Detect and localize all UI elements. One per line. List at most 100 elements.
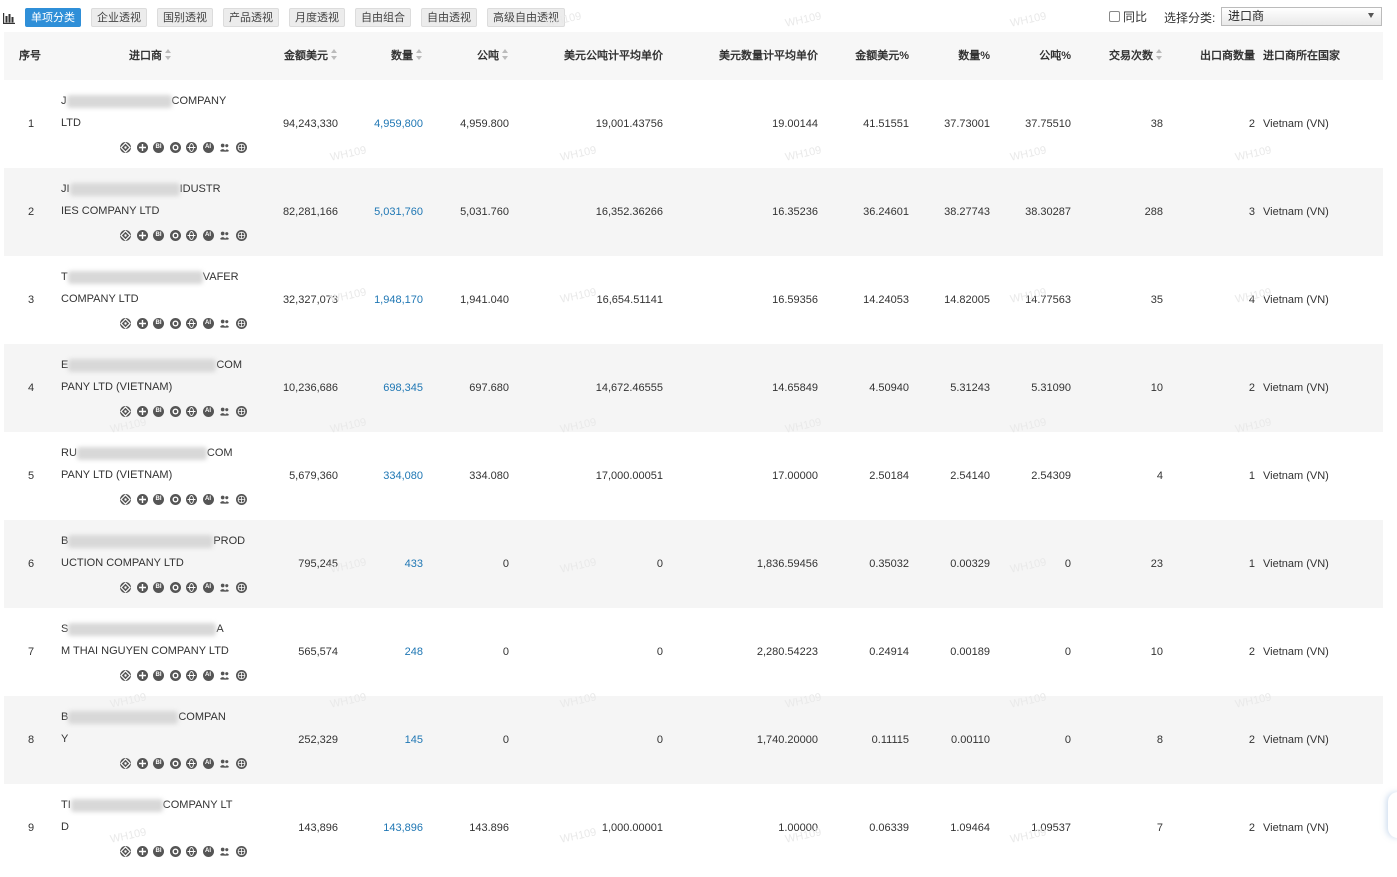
compare-toggle[interactable]: 同比 bbox=[1109, 8, 1147, 25]
bi-icon[interactable]: BI bbox=[153, 758, 164, 769]
ai-icon[interactable]: AI bbox=[202, 670, 214, 681]
sort-icon[interactable] bbox=[165, 49, 172, 60]
locate-icon[interactable] bbox=[120, 846, 131, 857]
header-ton[interactable]: 公吨 bbox=[477, 32, 509, 80]
locate-icon[interactable] bbox=[120, 142, 131, 153]
header-importer[interactable]: 进口商 bbox=[129, 32, 172, 80]
importer-name[interactable]: B PROD UCTION COMPANY LTD bbox=[61, 530, 251, 574]
globe-icon[interactable] bbox=[186, 230, 197, 241]
web-icon[interactable] bbox=[235, 230, 247, 241]
ai-icon[interactable]: AI bbox=[202, 582, 214, 593]
bi-icon[interactable]: BI bbox=[153, 670, 164, 681]
compass-icon[interactable] bbox=[136, 582, 148, 593]
locate-icon[interactable] bbox=[120, 230, 131, 241]
record-icon[interactable] bbox=[169, 230, 181, 241]
record-icon[interactable] bbox=[169, 670, 181, 681]
record-icon[interactable] bbox=[169, 582, 181, 593]
locate-icon[interactable] bbox=[120, 582, 131, 593]
globe-icon[interactable] bbox=[186, 318, 197, 329]
record-icon[interactable] bbox=[169, 846, 181, 857]
qty-link[interactable]: 1,948,170 bbox=[374, 256, 423, 344]
globe-icon[interactable] bbox=[186, 494, 197, 505]
importer-name[interactable]: JI IDUSTR IES COMPANY LTD bbox=[61, 178, 251, 222]
bi-icon[interactable]: BI bbox=[153, 406, 164, 417]
tab-free-pivot[interactable]: 自由透视 bbox=[421, 8, 477, 27]
globe-icon[interactable] bbox=[186, 582, 197, 593]
record-icon[interactable] bbox=[169, 406, 181, 417]
importer-name[interactable]: T VAFER COMPANY LTD bbox=[61, 266, 251, 310]
bi-icon[interactable]: BI bbox=[153, 582, 164, 593]
bi-icon[interactable]: BI bbox=[153, 230, 164, 241]
compass-icon[interactable] bbox=[136, 318, 148, 329]
web-icon[interactable] bbox=[235, 670, 247, 681]
locate-icon[interactable] bbox=[120, 406, 131, 417]
compass-icon[interactable] bbox=[136, 670, 148, 681]
sort-icon[interactable] bbox=[502, 49, 509, 60]
bi-icon[interactable]: BI bbox=[153, 318, 164, 329]
header-qty[interactable]: 数量 bbox=[391, 32, 423, 80]
compass-icon[interactable] bbox=[136, 142, 148, 153]
globe-icon[interactable] bbox=[186, 846, 197, 857]
compass-icon[interactable] bbox=[136, 406, 148, 417]
web-icon[interactable] bbox=[235, 494, 247, 505]
qty-link[interactable]: 334,080 bbox=[383, 432, 423, 520]
people-icon[interactable] bbox=[219, 318, 230, 329]
globe-icon[interactable] bbox=[186, 670, 197, 681]
qty-link[interactable]: 433 bbox=[405, 520, 423, 608]
qty-link[interactable]: 248 bbox=[405, 608, 423, 696]
ai-icon[interactable]: AI bbox=[202, 318, 214, 329]
web-icon[interactable] bbox=[235, 846, 247, 857]
locate-icon[interactable] bbox=[120, 670, 131, 681]
compass-icon[interactable] bbox=[136, 230, 148, 241]
people-icon[interactable] bbox=[219, 846, 230, 857]
qty-link[interactable]: 5,031,760 bbox=[374, 168, 423, 256]
floating-widget-edge[interactable] bbox=[1388, 792, 1397, 838]
category-select[interactable]: 进口商 bbox=[1221, 7, 1382, 26]
globe-icon[interactable] bbox=[186, 406, 197, 417]
record-icon[interactable] bbox=[169, 318, 181, 329]
record-icon[interactable] bbox=[169, 758, 181, 769]
qty-link[interactable]: 698,345 bbox=[383, 344, 423, 432]
tab-product[interactable]: 产品透视 bbox=[223, 8, 279, 27]
bi-icon[interactable]: BI bbox=[153, 142, 164, 153]
importer-name[interactable]: B COMPAN Y bbox=[61, 706, 251, 750]
sort-icon[interactable] bbox=[331, 49, 338, 60]
ai-icon[interactable]: AI bbox=[202, 406, 214, 417]
bi-icon[interactable]: BI bbox=[153, 494, 164, 505]
sort-icon[interactable] bbox=[1156, 49, 1163, 60]
compass-icon[interactable] bbox=[136, 758, 148, 769]
chart-icon[interactable] bbox=[3, 12, 15, 24]
sort-icon[interactable] bbox=[416, 49, 423, 60]
compare-checkbox[interactable] bbox=[1109, 11, 1120, 22]
tab-enterprise[interactable]: 企业透视 bbox=[91, 8, 147, 27]
globe-icon[interactable] bbox=[186, 758, 197, 769]
ai-icon[interactable]: AI bbox=[202, 230, 214, 241]
importer-name[interactable]: RU COM PANY LTD (VIETNAM) bbox=[61, 442, 251, 486]
people-icon[interactable] bbox=[219, 582, 230, 593]
ai-icon[interactable]: AI bbox=[202, 494, 214, 505]
tab-free-combo[interactable]: 自由组合 bbox=[355, 8, 411, 27]
people-icon[interactable] bbox=[219, 406, 230, 417]
qty-link[interactable]: 143,896 bbox=[383, 784, 423, 872]
web-icon[interactable] bbox=[235, 142, 247, 153]
record-icon[interactable] bbox=[169, 494, 181, 505]
people-icon[interactable] bbox=[219, 142, 230, 153]
people-icon[interactable] bbox=[219, 670, 230, 681]
header-trades[interactable]: 交易次数 bbox=[1109, 32, 1163, 80]
compass-icon[interactable] bbox=[136, 846, 148, 857]
ai-icon[interactable]: AI bbox=[202, 758, 214, 769]
ai-icon[interactable]: AI bbox=[202, 846, 214, 857]
tab-monthly[interactable]: 月度透视 bbox=[289, 8, 345, 27]
ai-icon[interactable]: AI bbox=[202, 142, 214, 153]
importer-name[interactable]: TI COMPANY LT D bbox=[61, 794, 251, 838]
importer-name[interactable]: S A M THAI NGUYEN COMPANY LTD bbox=[61, 618, 251, 662]
tab-single-category[interactable]: 单项分类 bbox=[25, 8, 81, 27]
locate-icon[interactable] bbox=[120, 318, 131, 329]
importer-name[interactable]: J COMPANY LTD bbox=[61, 90, 251, 134]
record-icon[interactable] bbox=[169, 142, 181, 153]
people-icon[interactable] bbox=[219, 230, 230, 241]
tab-advanced-pivot[interactable]: 高级自由透视 bbox=[487, 8, 565, 27]
people-icon[interactable] bbox=[219, 494, 230, 505]
qty-link[interactable]: 145 bbox=[405, 696, 423, 784]
bi-icon[interactable]: BI bbox=[153, 846, 164, 857]
